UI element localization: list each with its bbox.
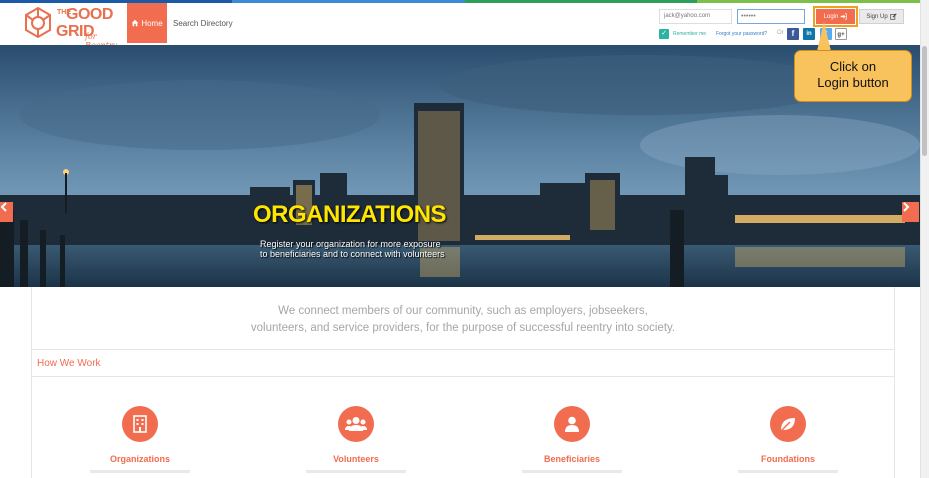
card-foundations-label: Foundations bbox=[761, 454, 815, 464]
hero-carousel: ORGANIZATIONS Register your organization… bbox=[0, 45, 920, 287]
nav-home-label: Home bbox=[141, 18, 163, 28]
card-beneficiaries[interactable]: Beneficiaries bbox=[512, 406, 632, 473]
instruction-callout: Click on Login button bbox=[794, 50, 912, 102]
section-divider-top bbox=[32, 349, 894, 350]
card-beneficiaries-text bbox=[522, 470, 622, 473]
edit-icon bbox=[890, 13, 897, 20]
how-we-work-title: How We Work bbox=[37, 358, 101, 369]
card-foundations[interactable]: Foundations bbox=[728, 406, 848, 473]
callout-pointer bbox=[817, 22, 831, 51]
section-divider-bottom bbox=[32, 376, 894, 377]
carousel-next-button[interactable] bbox=[902, 202, 919, 222]
hero-title: ORGANIZATIONS bbox=[253, 201, 447, 228]
card-beneficiaries-label: Beneficiaries bbox=[543, 454, 601, 464]
home-icon bbox=[132, 19, 139, 27]
card-organizations[interactable]: Organizations bbox=[80, 406, 200, 473]
signup-button[interactable]: Sign Up bbox=[859, 9, 904, 24]
login-button-label: Login bbox=[823, 13, 839, 20]
google-plus-icon[interactable]: g+ bbox=[835, 28, 847, 40]
main-content: We connect members of our community, suc… bbox=[31, 287, 895, 478]
remember-me-checkbox[interactable]: ✓ bbox=[659, 29, 669, 39]
card-volunteers-text bbox=[306, 470, 406, 473]
logo-good-text: GOOD bbox=[66, 6, 113, 23]
users-icon bbox=[338, 406, 374, 442]
carousel-prev-button[interactable] bbox=[0, 202, 13, 222]
card-organizations-text bbox=[90, 470, 190, 473]
sign-in-icon bbox=[841, 13, 847, 20]
callout-line-2: Login button bbox=[817, 75, 889, 90]
callout-line-1: Click on bbox=[829, 59, 877, 74]
logo-the-text: THE bbox=[57, 9, 71, 16]
nav-home-link[interactable]: Home bbox=[127, 3, 167, 43]
card-foundations-text bbox=[738, 470, 838, 473]
user-icon bbox=[554, 406, 590, 442]
signup-button-label: Sign Up bbox=[866, 13, 888, 20]
facebook-icon[interactable]: f bbox=[787, 28, 799, 40]
site-header: THE GOOD GRID for Reentry Home Search Di… bbox=[0, 3, 929, 50]
scrollbar-thumb[interactable] bbox=[922, 46, 927, 156]
remember-me-label: Remember me bbox=[673, 31, 707, 37]
hero-subtitle: Register your organization for more expo… bbox=[260, 239, 445, 259]
card-volunteers-label: Volunteers bbox=[333, 454, 379, 464]
chevron-right-icon bbox=[903, 202, 910, 212]
intro-line-2: volunteers, and service providers, for t… bbox=[250, 322, 676, 334]
chevron-left-icon bbox=[0, 202, 7, 212]
site-logo[interactable]: THE GOOD GRID for Reentry bbox=[22, 6, 126, 50]
forgot-password-link[interactable]: Forgot your password? bbox=[716, 31, 767, 37]
hero-city-image bbox=[0, 45, 920, 287]
or-separator: Or bbox=[777, 30, 784, 36]
linkedin-icon[interactable]: in bbox=[803, 28, 815, 40]
nav-search-directory-link[interactable]: Search Directory bbox=[173, 3, 233, 43]
card-organizations-label: Organizations bbox=[109, 454, 170, 464]
password-input[interactable]: •••••• bbox=[737, 9, 805, 24]
logo-grid-icon bbox=[25, 6, 51, 39]
intro-text: We connect members of our community, suc… bbox=[32, 303, 894, 337]
intro-line-1: We connect members of our community, suc… bbox=[278, 305, 648, 317]
email-input[interactable]: jack@yahoo.com bbox=[659, 9, 732, 24]
card-volunteers[interactable]: Volunteers bbox=[296, 406, 416, 473]
leaf-icon bbox=[770, 406, 806, 442]
building-icon bbox=[122, 406, 158, 442]
